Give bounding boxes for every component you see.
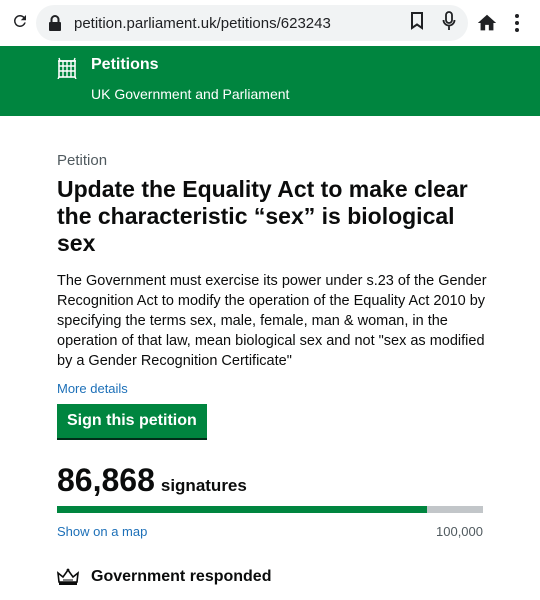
petition-content: Petition Update the Equality Act to make… xyxy=(56,152,487,585)
more-details-link[interactable]: More details xyxy=(57,381,128,396)
crown-icon xyxy=(56,568,80,586)
bookmark-icon[interactable] xyxy=(410,11,424,35)
more-vert-icon[interactable] xyxy=(512,12,522,34)
signature-summary: 86,868 signatures xyxy=(57,462,247,499)
home-icon[interactable] xyxy=(476,12,498,34)
page-caption: Petition xyxy=(57,152,108,169)
site-subtitle: UK Government and Parliament xyxy=(91,86,290,102)
signature-progress-bar xyxy=(57,506,483,513)
signature-label: signatures xyxy=(160,476,247,495)
url-text[interactable]: petition.parliament.uk/petitions/623243 xyxy=(74,15,331,32)
show-on-map-link[interactable]: Show on a map xyxy=(57,524,147,539)
microphone-icon[interactable] xyxy=(442,10,456,36)
reload-icon[interactable] xyxy=(0,10,40,36)
petition-description: The Government must exercise its power u… xyxy=(57,273,487,369)
site-header: Petitions UK Government and Parliament xyxy=(0,46,540,116)
lock-icon xyxy=(48,15,62,31)
sign-petition-button[interactable]: Sign this petition xyxy=(57,404,207,440)
government-response-heading: Government responded xyxy=(56,568,272,586)
signature-progress-fill xyxy=(57,506,428,513)
site-title[interactable]: Petitions xyxy=(91,56,159,74)
signature-count: 86,868 xyxy=(57,462,155,498)
address-bar[interactable]: petition.parliament.uk/petitions/623243 xyxy=(36,5,468,41)
page-title: Update the Equality Act to make clear th… xyxy=(57,176,468,256)
portcullis-icon xyxy=(57,57,77,80)
response-label: Government responded xyxy=(91,568,272,585)
signature-threshold: 100,000 xyxy=(436,524,483,539)
